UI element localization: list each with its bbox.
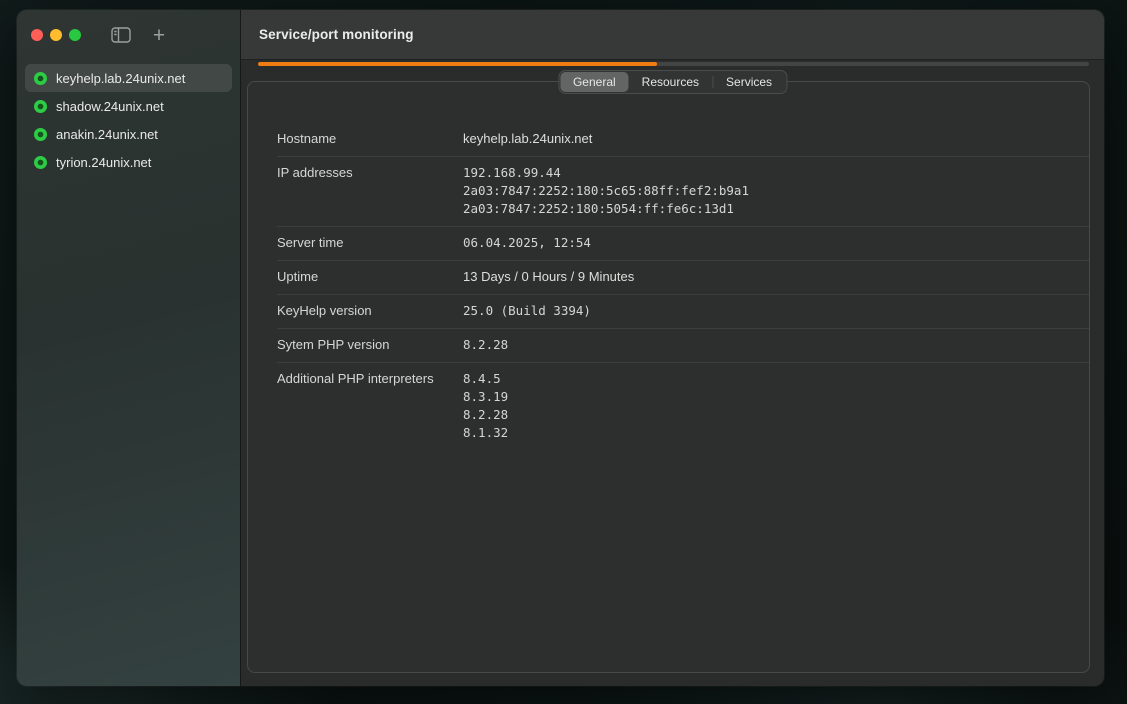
table-row-server-time: Server time 06.04.2025, 12:54 <box>277 227 1089 261</box>
server-info-table: Hostname keyhelp.lab.24unix.net IP addre… <box>277 123 1089 450</box>
php-version: 8.2.28 <box>463 406 508 424</box>
row-value: keyhelp.lab.24unix.net <box>463 130 592 148</box>
table-row-uptime: Uptime 13 Days / 0 Hours / 9 Minutes <box>277 261 1089 295</box>
row-value: 13 Days / 0 Hours / 9 Minutes <box>463 268 634 286</box>
minimize-button[interactable] <box>50 29 62 41</box>
table-row-keyhelp-version: KeyHelp version 25.0 (Build 3394) <box>277 295 1089 329</box>
zoom-button[interactable] <box>69 29 81 41</box>
ip-address: 2a03:7847:2252:180:5054:ff:fe6c:13d1 <box>463 200 749 218</box>
plus-icon: + <box>153 25 165 46</box>
row-label: Additional PHP interpreters <box>277 370 463 442</box>
main-panel: Service/port monitoring General Resource… <box>241 10 1104 686</box>
sidebar-toggle-icon <box>111 27 131 43</box>
window-titlebar: Service/port monitoring <box>241 10 1104 60</box>
row-label: Server time <box>277 234 463 252</box>
server-label: keyhelp.lab.24unix.net <box>56 71 185 86</box>
php-version: 8.4.5 <box>463 370 508 388</box>
row-value: 25.0 (Build 3394) <box>463 302 591 320</box>
server-item-anakin[interactable]: anakin.24unix.net <box>25 120 232 148</box>
row-label: Uptime <box>277 268 463 286</box>
ip-address: 2a03:7847:2252:180:5c65:88ff:fef2:b9a1 <box>463 182 749 200</box>
row-label: Hostname <box>277 130 463 148</box>
close-button[interactable] <box>31 29 43 41</box>
row-value: 8.4.5 8.3.19 8.2.28 8.1.32 <box>463 370 508 442</box>
server-label: anakin.24unix.net <box>56 127 158 142</box>
server-item-tyrion[interactable]: tyrion.24unix.net <box>25 148 232 176</box>
tab-services[interactable]: Services <box>713 72 785 92</box>
table-row-hostname: Hostname keyhelp.lab.24unix.net <box>277 123 1089 157</box>
row-label: IP addresses <box>277 164 463 218</box>
row-value: 192.168.99.44 2a03:7847:2252:180:5c65:88… <box>463 164 749 218</box>
row-value: 06.04.2025, 12:54 <box>463 234 591 252</box>
sidebar-toggle-button[interactable] <box>108 23 134 47</box>
server-item-keyhelp[interactable]: keyhelp.lab.24unix.net <box>25 64 232 92</box>
row-label: KeyHelp version <box>277 302 463 320</box>
table-row-ip-addresses: IP addresses 192.168.99.44 2a03:7847:225… <box>277 157 1089 227</box>
sidebar: + keyhelp.lab.24unix.net shadow.24unix.n… <box>17 10 241 686</box>
php-version: 8.1.32 <box>463 424 508 442</box>
tab-resources[interactable]: Resources <box>629 72 712 92</box>
php-version: 8.3.19 <box>463 388 508 406</box>
status-online-icon <box>34 128 47 141</box>
general-tab-content: Hostname keyhelp.lab.24unix.net IP addre… <box>247 81 1090 673</box>
ip-address: 192.168.99.44 <box>463 164 749 182</box>
row-label: Sytem PHP version <box>277 336 463 354</box>
tab-general[interactable]: General <box>560 72 629 92</box>
table-row-system-php-version: Sytem PHP version 8.2.28 <box>277 329 1089 363</box>
progress-bar <box>258 62 1089 66</box>
table-row-additional-php: Additional PHP interpreters 8.4.5 8.3.19… <box>277 363 1089 450</box>
server-item-shadow[interactable]: shadow.24unix.net <box>25 92 232 120</box>
page-title: Service/port monitoring <box>259 27 414 42</box>
server-list: keyhelp.lab.24unix.net shadow.24unix.net… <box>17 60 240 180</box>
app-window: + keyhelp.lab.24unix.net shadow.24unix.n… <box>17 10 1104 686</box>
add-server-button[interactable]: + <box>146 23 172 47</box>
tab-bar: General Resources Services <box>558 70 787 94</box>
status-online-icon <box>34 72 47 85</box>
server-label: tyrion.24unix.net <box>56 155 151 170</box>
status-online-icon <box>34 100 47 113</box>
status-online-icon <box>34 156 47 169</box>
sidebar-header: + <box>17 10 240 60</box>
progress-fill <box>258 62 657 66</box>
row-value: 8.2.28 <box>463 336 508 354</box>
traffic-lights <box>31 29 81 41</box>
server-label: shadow.24unix.net <box>56 99 164 114</box>
